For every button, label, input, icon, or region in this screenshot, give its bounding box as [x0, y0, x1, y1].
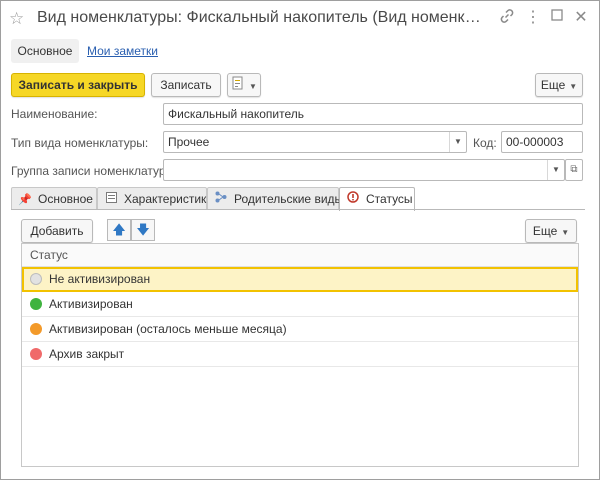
code-value: 00-000003 — [506, 135, 564, 149]
group-label: Группа записи номенклатуры: — [11, 164, 178, 178]
group-select[interactable]: ▼ — [163, 159, 565, 181]
star-icon[interactable]: ☆ — [9, 9, 24, 29]
pin-icon: 📌 — [18, 194, 32, 206]
tab-main[interactable]: 📌 Основное — [11, 187, 97, 210]
open-icon[interactable]: ⧉ — [565, 159, 583, 181]
title-bar: ☆ Вид номенклатуры: Фискальный накопител… — [1, 1, 599, 37]
save-and-close-button[interactable]: Записать и закрыть — [11, 73, 145, 97]
tab-main-label: Основное — [38, 192, 93, 206]
maximize-icon[interactable] — [547, 8, 567, 28]
chevron-down-icon: ▼ — [561, 228, 570, 237]
table-row[interactable]: Архив закрыт — [22, 342, 578, 367]
chevron-down-icon: ▼ — [569, 82, 578, 91]
status-dot-icon — [30, 323, 42, 335]
hierarchy-icon — [214, 189, 228, 211]
more-button[interactable]: Еще ▼ — [535, 73, 583, 97]
type-value: Прочее — [168, 135, 210, 149]
table-row[interactable]: Активизирован — [22, 292, 578, 317]
statuses-more-button[interactable]: Еще ▼ — [525, 219, 577, 243]
table-row[interactable]: Активизирован (осталось меньше месяца) — [22, 317, 578, 342]
column-header-status[interactable]: Статус — [30, 244, 68, 266]
type-label: Тип вида номенклатуры: — [11, 136, 149, 150]
table-row[interactable]: Не активизирован — [22, 267, 578, 292]
name-field[interactable]: Фискальный накопитель — [163, 103, 583, 125]
tab-statuses[interactable]: Статусы — [339, 187, 415, 211]
chevron-down-icon: ▼ — [249, 82, 257, 91]
chevron-down-icon[interactable]: ▼ — [449, 132, 466, 152]
table-header: Статус — [22, 244, 578, 267]
move-up-icon[interactable]: 🡅 — [107, 219, 131, 241]
tab-characteristics-label: Характеристики — [124, 192, 213, 206]
tab-parent-types[interactable]: Родительские виды — [207, 187, 343, 211]
window-title: Вид номенклатуры: Фискальный накопитель … — [37, 9, 483, 26]
code-label: Код: — [473, 136, 497, 150]
save-button[interactable]: Записать — [151, 73, 221, 97]
move-down-icon[interactable]: 🡇 — [131, 219, 155, 241]
tabs-divider — [11, 209, 585, 210]
statuses-more-label: Еще — [532, 224, 558, 238]
report-dropdown-button[interactable]: ▼ — [227, 73, 261, 97]
status-label: Активизирован — [49, 297, 133, 311]
type-select[interactable]: Прочее ▼ — [163, 131, 467, 153]
status-dot-icon — [30, 348, 42, 360]
tab-parent-types-label: Родительские виды — [234, 192, 344, 206]
more-label: Еще — [540, 78, 566, 92]
code-field[interactable]: 00-000003 — [501, 131, 583, 153]
statuses-table: Статус Не активизирован Активизирован Ак… — [21, 243, 579, 467]
status-dot-icon — [30, 298, 42, 310]
status-label: Активизирован (осталось меньше месяца) — [49, 322, 287, 336]
name-value: Фискальный накопитель — [168, 107, 305, 121]
link-icon[interactable] — [497, 8, 517, 28]
tab-characteristics[interactable]: Характеристики — [97, 187, 213, 211]
tab-statuses-label: Статусы — [366, 192, 413, 206]
add-button[interactable]: Добавить — [21, 219, 93, 243]
chevron-down-icon[interactable]: ▼ — [547, 160, 564, 180]
more-vertical-icon[interactable]: ⋮ — [523, 8, 543, 28]
status-label: Архив закрыт — [49, 347, 125, 361]
nomenclature-type-window: ☆ Вид номенклатуры: Фискальный накопител… — [0, 0, 600, 480]
section-tab-main[interactable]: Основное — [11, 39, 79, 63]
close-icon[interactable]: ✕ — [571, 8, 591, 28]
status-dot-icon — [30, 273, 42, 285]
name-label: Наименование: — [11, 107, 98, 121]
section-tab-notes[interactable]: Мои заметки — [87, 39, 177, 63]
status-label: Не активизирован — [49, 272, 151, 286]
document-report-icon — [231, 75, 245, 97]
status-icon — [346, 189, 360, 211]
list-icon — [104, 189, 118, 211]
